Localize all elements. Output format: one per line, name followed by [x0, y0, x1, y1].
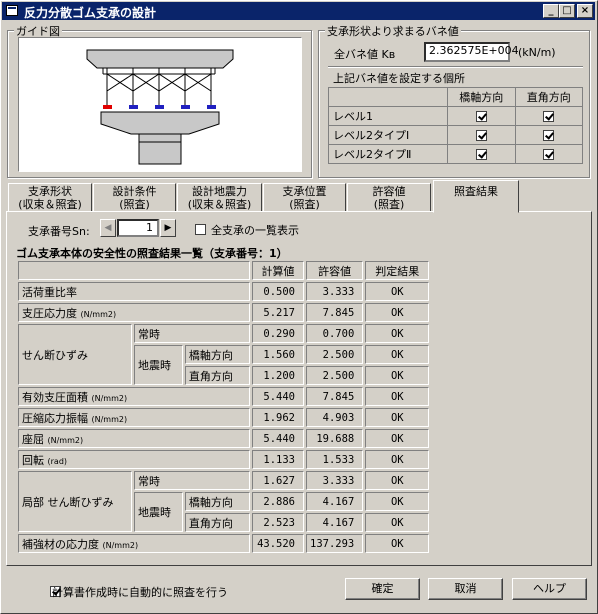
table-row: 圧縮応力振幅 (N/mm2) 1.962 4.903 OK: [18, 408, 430, 427]
results-corner: [18, 261, 250, 280]
col-header-perp: 直角方向: [514, 87, 583, 107]
checkbox-level1-perp[interactable]: [543, 111, 555, 122]
table-row: 支圧応力度 (N/mm2) 5.217 7.845 OK: [18, 303, 430, 322]
guide-figure: [18, 37, 302, 172]
tab-allowable[interactable]: 許容値 (照査): [347, 183, 431, 212]
checkbox-level2t1-perp[interactable]: [543, 130, 555, 141]
table-row: 回転 (rad) 1.133 1.533 OK: [18, 450, 430, 469]
total-spring-field[interactable]: 2.362575E+004: [424, 42, 519, 62]
maximize-button[interactable]: □: [559, 4, 575, 18]
row-label-level1: レベル1: [328, 106, 448, 126]
table-row: 活荷重比率 0.500 3.333 OK: [18, 282, 430, 301]
show-all-checkbox[interactable]: [195, 223, 206, 235]
row-local-shear: 局部 せん断ひずみ: [18, 471, 132, 532]
help-button[interactable]: ヘルプ: [512, 578, 587, 600]
bearing-fixed: [103, 105, 112, 109]
row-buckling: 座屈 (N/mm2): [18, 429, 250, 448]
checkbox-level2t2-perp[interactable]: [543, 149, 555, 160]
results-table: 計算値 許容値 判定結果 活荷重比率 0.500 3.333 OK 支圧応力度 …: [16, 259, 431, 555]
table-row: 有効支圧面積 (N/mm2) 5.440 7.845 OK: [18, 387, 430, 406]
tab-results[interactable]: 照査結果: [433, 180, 519, 213]
checkbox-level1-bridge[interactable]: [475, 111, 487, 122]
spring-sub-label: 上記バネ値を設定する個所: [333, 72, 465, 85]
prev-bearing-icon[interactable]: ◀: [100, 219, 116, 237]
spring-table-corner: [328, 87, 448, 107]
spring-location-table: 橋軸方向 直角方向 レベル1 レベル2タイプⅠ レベル2タイプⅡ: [328, 87, 583, 164]
next-bearing-icon[interactable]: ▶: [160, 219, 176, 237]
app-icon: [6, 5, 18, 16]
row-reinforcement-stress: 補強材の応力度 (N/mm2): [18, 534, 250, 553]
show-all-label: 全支承の一覧表示: [211, 224, 299, 237]
table-row: 座屈 (N/mm2) 5.440 19.688 OK: [18, 429, 430, 448]
tab-seismic-force[interactable]: 設計地震力 (収束＆照査): [177, 183, 262, 212]
row-label-level2-type1: レベル2タイプⅠ: [328, 125, 448, 145]
table-row: 計算値 許容値 判定結果: [18, 261, 430, 280]
col-header-bridge: 橋軸方向: [447, 87, 516, 107]
checkbox-level2t1-bridge[interactable]: [475, 130, 487, 141]
window-title: 反力分散ゴム支承の設計: [24, 6, 157, 20]
table-row: せん断ひずみ 常時 0.290 0.700 OK: [18, 324, 430, 385]
bearing-no-label: 支承番号Sn:: [28, 225, 90, 238]
tab-design-conditions[interactable]: 設計条件 (照査): [93, 183, 176, 212]
table-row: 局部 せん断ひずみ 常時 1.627 3.333 OK: [18, 471, 430, 532]
row-label-level2-type2: レベル2タイプⅡ: [328, 144, 448, 164]
total-spring-label: 全バネ値 Kʙ: [334, 48, 396, 61]
title-bar: 反力分散ゴム支承の設計 _ □ ×: [2, 2, 595, 20]
row-shear-strain: せん断ひずみ: [18, 324, 132, 385]
header-calc: 計算値: [252, 261, 304, 280]
cancel-button[interactable]: 取消: [428, 578, 503, 600]
row-effective-area: 有効支圧面積 (N/mm2): [18, 387, 250, 406]
auto-check-label: 計算書作成時に自動的に照査を行う: [52, 586, 228, 599]
spring-group-label: 支承形状より求まるバネ値: [325, 23, 461, 39]
row-compression-amplitude: 圧縮応力振幅 (N/mm2): [18, 408, 250, 427]
header-allow: 許容値: [306, 261, 364, 280]
checkbox-level2t2-bridge[interactable]: [475, 149, 487, 160]
row-bearing-stress: 支圧応力度 (N/mm2): [18, 303, 250, 322]
row-live-load: 活荷重比率: [18, 282, 250, 301]
bridge-diagram: [86, 49, 234, 165]
spring-unit: (kN/m): [518, 46, 556, 59]
ok-button[interactable]: 確定: [345, 578, 420, 600]
table-row: 補強材の応力度 (N/mm2) 43.520 137.293 OK: [18, 534, 430, 553]
header-judge: 判定結果: [365, 261, 430, 280]
bearing-no-field[interactable]: 1: [117, 219, 159, 237]
close-button[interactable]: ×: [577, 4, 593, 18]
minimize-button[interactable]: _: [543, 4, 559, 18]
row-rotation: 回転 (rad): [18, 450, 250, 469]
tab-bearing-position[interactable]: 支承位置 (照査): [263, 183, 346, 212]
tab-bearing-shape[interactable]: 支承形状 (収束＆照査): [8, 183, 92, 212]
